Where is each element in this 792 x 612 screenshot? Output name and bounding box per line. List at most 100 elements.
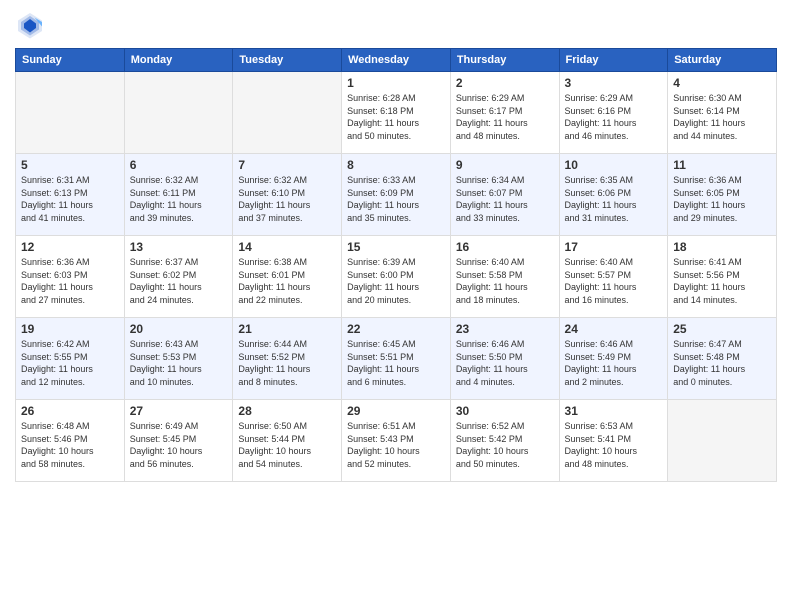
day-info: Sunrise: 6:41 AMSunset: 5:56 PMDaylight:…	[673, 256, 771, 306]
day-number: 24	[565, 322, 663, 336]
day-number: 18	[673, 240, 771, 254]
day-info: Sunrise: 6:46 AMSunset: 5:49 PMDaylight:…	[565, 338, 663, 388]
calendar-cell: 26 Sunrise: 6:48 AMSunset: 5:46 PMDayligh…	[16, 400, 125, 482]
day-info: Sunrise: 6:28 AMSunset: 6:18 PMDaylight:…	[347, 92, 445, 142]
day-number: 30	[456, 404, 554, 418]
day-number: 2	[456, 76, 554, 90]
day-info: Sunrise: 6:52 AMSunset: 5:42 PMDaylight:…	[456, 420, 554, 470]
day-info: Sunrise: 6:45 AMSunset: 5:51 PMDaylight:…	[347, 338, 445, 388]
calendar-cell: 25Sunrise: 6:47 AMSunset: 5:48 PMDayligh…	[668, 318, 777, 400]
day-number: 9	[456, 158, 554, 172]
calendar-week-4: 19 Sunrise: 6:42 AMSunset: 5:55 PMDayligh…	[16, 318, 777, 400]
day-number: 23	[456, 322, 554, 336]
calendar-week-5: 26 Sunrise: 6:48 AMSunset: 5:46 PMDayligh…	[16, 400, 777, 482]
calendar-cell: 15 Sunrise: 6:39 AMSunset: 6:00 PMDayligh…	[342, 236, 451, 318]
day-info: Sunrise: 6:29 AMSunset: 6:17 PMDaylight:…	[456, 92, 554, 142]
calendar-week-3: 12 Sunrise: 6:36 AMSunset: 6:03 PMDayligh…	[16, 236, 777, 318]
day-number: 11	[673, 158, 771, 172]
calendar-cell: 3 Sunrise: 6:29 AMSunset: 6:16 PMDaylight…	[559, 72, 668, 154]
day-info: Sunrise: 6:38 AMSunset: 6:01 PMDaylight:…	[238, 256, 336, 306]
calendar-cell: 5 Sunrise: 6:31 AMSunset: 6:13 PMDaylight…	[16, 154, 125, 236]
day-info: Sunrise: 6:29 AMSunset: 6:16 PMDaylight:…	[565, 92, 663, 142]
day-number: 22	[347, 322, 445, 336]
day-number: 15	[347, 240, 445, 254]
day-number: 26	[21, 404, 119, 418]
day-number: 19	[21, 322, 119, 336]
calendar-cell: 20Sunrise: 6:43 AMSunset: 5:53 PMDayligh…	[124, 318, 233, 400]
calendar-cell: 23 Sunrise: 6:46 AMSunset: 5:50 PMDayligh…	[450, 318, 559, 400]
logo-icon	[15, 10, 45, 40]
day-number: 5	[21, 158, 119, 172]
day-number: 25	[673, 322, 771, 336]
calendar-header-row: Sunday Monday Tuesday Wednesday Thursday…	[16, 49, 777, 72]
day-info: Sunrise: 6:42 AMSunset: 5:55 PMDaylight:…	[21, 338, 119, 388]
day-info: Sunrise: 6:43 AMSunset: 5:53 PMDaylight:…	[130, 338, 228, 388]
day-number: 7	[238, 158, 336, 172]
day-number: 3	[565, 76, 663, 90]
day-info: Sunrise: 6:30 AMSunset: 6:14 PMDaylight:…	[673, 92, 771, 142]
calendar-cell: 11Sunrise: 6:36 AMSunset: 6:05 PMDayligh…	[668, 154, 777, 236]
day-info: Sunrise: 6:32 AMSunset: 6:11 PMDaylight:…	[130, 174, 228, 224]
calendar-cell: 29Sunrise: 6:51 AMSunset: 5:43 PMDayligh…	[342, 400, 451, 482]
calendar-cell: 7 Sunrise: 6:32 AMSunset: 6:10 PMDaylight…	[233, 154, 342, 236]
calendar-cell: 13Sunrise: 6:37 AMSunset: 6:02 PMDayligh…	[124, 236, 233, 318]
day-info: Sunrise: 6:33 AMSunset: 6:09 PMDaylight:…	[347, 174, 445, 224]
day-number: 21	[238, 322, 336, 336]
calendar-body: 1Sunrise: 6:28 AMSunset: 6:18 PMDaylight…	[16, 72, 777, 482]
calendar-cell: 27 Sunrise: 6:49 AMSunset: 5:45 PMDayligh…	[124, 400, 233, 482]
day-info: Sunrise: 6:49 AMSunset: 5:45 PMDaylight:…	[130, 420, 228, 470]
day-info: Sunrise: 6:40 AMSunset: 5:57 PMDaylight:…	[565, 256, 663, 306]
calendar-cell: 8 Sunrise: 6:33 AMSunset: 6:09 PMDaylight…	[342, 154, 451, 236]
calendar-cell	[668, 400, 777, 482]
calendar-cell: 19 Sunrise: 6:42 AMSunset: 5:55 PMDayligh…	[16, 318, 125, 400]
calendar-cell: 10 Sunrise: 6:35 AMSunset: 6:06 PMDayligh…	[559, 154, 668, 236]
calendar-table: Sunday Monday Tuesday Wednesday Thursday…	[15, 48, 777, 482]
day-info: Sunrise: 6:39 AMSunset: 6:00 PMDaylight:…	[347, 256, 445, 306]
day-info: Sunrise: 6:32 AMSunset: 6:10 PMDaylight:…	[238, 174, 336, 224]
logo	[15, 10, 49, 40]
day-number: 6	[130, 158, 228, 172]
col-wednesday: Wednesday	[342, 49, 451, 72]
calendar-cell: 14Sunrise: 6:38 AMSunset: 6:01 PMDayligh…	[233, 236, 342, 318]
calendar-cell: 2 Sunrise: 6:29 AMSunset: 6:17 PMDaylight…	[450, 72, 559, 154]
calendar-cell: 22 Sunrise: 6:45 AMSunset: 5:51 PMDayligh…	[342, 318, 451, 400]
calendar-cell: 31 Sunrise: 6:53 AMSunset: 5:41 PMDayligh…	[559, 400, 668, 482]
day-number: 27	[130, 404, 228, 418]
day-info: Sunrise: 6:51 AMSunset: 5:43 PMDaylight:…	[347, 420, 445, 470]
calendar-cell: 28 Sunrise: 6:50 AMSunset: 5:44 PMDayligh…	[233, 400, 342, 482]
calendar-cell: 30 Sunrise: 6:52 AMSunset: 5:42 PMDayligh…	[450, 400, 559, 482]
calendar-cell: 21 Sunrise: 6:44 AMSunset: 5:52 PMDayligh…	[233, 318, 342, 400]
day-info: Sunrise: 6:40 AMSunset: 5:58 PMDaylight:…	[456, 256, 554, 306]
calendar-cell: 17 Sunrise: 6:40 AMSunset: 5:57 PMDayligh…	[559, 236, 668, 318]
day-info: Sunrise: 6:50 AMSunset: 5:44 PMDaylight:…	[238, 420, 336, 470]
calendar-cell: 6 Sunrise: 6:32 AMSunset: 6:11 PMDaylight…	[124, 154, 233, 236]
day-info: Sunrise: 6:48 AMSunset: 5:46 PMDaylight:…	[21, 420, 119, 470]
day-info: Sunrise: 6:31 AMSunset: 6:13 PMDaylight:…	[21, 174, 119, 224]
day-info: Sunrise: 6:44 AMSunset: 5:52 PMDaylight:…	[238, 338, 336, 388]
col-friday: Friday	[559, 49, 668, 72]
day-number: 4	[673, 76, 771, 90]
day-info: Sunrise: 6:46 AMSunset: 5:50 PMDaylight:…	[456, 338, 554, 388]
day-number: 8	[347, 158, 445, 172]
page-container: Sunday Monday Tuesday Wednesday Thursday…	[0, 0, 792, 612]
day-number: 10	[565, 158, 663, 172]
day-info: Sunrise: 6:37 AMSunset: 6:02 PMDaylight:…	[130, 256, 228, 306]
day-info: Sunrise: 6:53 AMSunset: 5:41 PMDaylight:…	[565, 420, 663, 470]
day-info: Sunrise: 6:36 AMSunset: 6:03 PMDaylight:…	[21, 256, 119, 306]
col-sunday: Sunday	[16, 49, 125, 72]
calendar-cell: 4 Sunrise: 6:30 AMSunset: 6:14 PMDaylight…	[668, 72, 777, 154]
calendar-cell	[233, 72, 342, 154]
page-header	[15, 10, 777, 40]
calendar-cell: 12 Sunrise: 6:36 AMSunset: 6:03 PMDayligh…	[16, 236, 125, 318]
day-info: Sunrise: 6:34 AMSunset: 6:07 PMDaylight:…	[456, 174, 554, 224]
col-tuesday: Tuesday	[233, 49, 342, 72]
day-number: 12	[21, 240, 119, 254]
day-number: 17	[565, 240, 663, 254]
calendar-cell: 9 Sunrise: 6:34 AMSunset: 6:07 PMDaylight…	[450, 154, 559, 236]
day-number: 16	[456, 240, 554, 254]
day-number: 28	[238, 404, 336, 418]
day-number: 31	[565, 404, 663, 418]
day-info: Sunrise: 6:35 AMSunset: 6:06 PMDaylight:…	[565, 174, 663, 224]
calendar-week-2: 5 Sunrise: 6:31 AMSunset: 6:13 PMDaylight…	[16, 154, 777, 236]
calendar-cell: 24 Sunrise: 6:46 AMSunset: 5:49 PMDayligh…	[559, 318, 668, 400]
